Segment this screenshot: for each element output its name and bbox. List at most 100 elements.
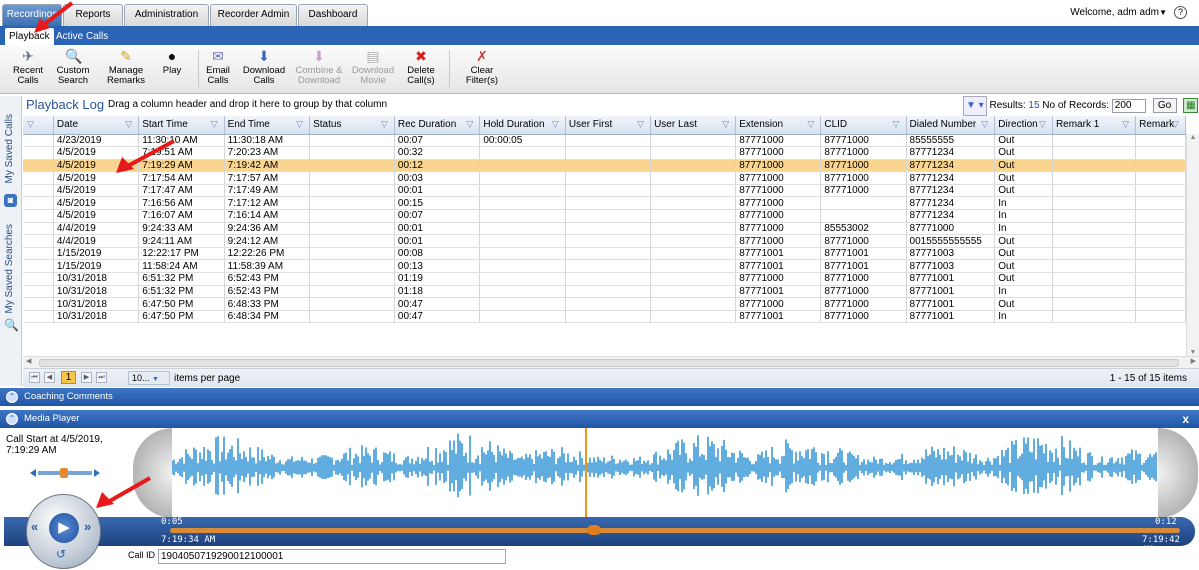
- first-page-icon[interactable]: ⏮: [29, 372, 40, 383]
- timeline-thumb[interactable]: [587, 525, 601, 535]
- column-header[interactable]: End Time ▽: [224, 116, 311, 135]
- playback-timeline[interactable]: 0:05 0:12 7:19:34 AM 7:19:42 AM: [4, 517, 1195, 555]
- rewind-icon[interactable]: «: [31, 519, 38, 534]
- table-row[interactable]: 4/5/2019 7:19:51 AM 7:20:23 AM 00:32 8777100…: [23, 146, 1186, 160]
- table-row[interactable]: 4/5/2019 7:16:56 AM 7:17:12 AM 00:15 8777100…: [23, 196, 1186, 211]
- filter-icon[interactable]: ▽: [1039, 119, 1049, 129]
- close-icon[interactable]: x: [1182, 410, 1189, 428]
- column-header[interactable]: Remark 1 ▽: [1052, 116, 1137, 135]
- filter-icon[interactable]: ▽: [1122, 119, 1132, 129]
- table-row[interactable]: 1/15/2019 11:58:24 AM 11:58:39 AM 00:13 8777…: [23, 259, 1186, 274]
- filter-icon[interactable]: ▽: [1172, 119, 1182, 129]
- filter-icon[interactable]: ▽: [637, 119, 647, 129]
- waveform[interactable]: [172, 428, 1158, 518]
- next-page-icon[interactable]: ▶: [81, 372, 92, 383]
- column-header[interactable]: CLID ▽: [820, 116, 907, 135]
- column-header[interactable]: Hold Duration ▽: [479, 116, 566, 135]
- filter-icon[interactable]: ▽: [211, 119, 221, 129]
- column-header[interactable]: Start Time ▽: [138, 116, 225, 135]
- collapse-icon[interactable]: ⌃: [6, 413, 18, 425]
- tab-dashboard[interactable]: Dashboard: [298, 4, 368, 26]
- my-saved-calls-tab[interactable]: My Saved Calls: [4, 114, 15, 183]
- column-header[interactable]: User First ▽: [565, 116, 652, 135]
- filter-icon[interactable]: ▽: [807, 119, 817, 129]
- manage-remarks-button[interactable]: ✎ Manage Remarks: [104, 48, 148, 92]
- play-button[interactable]: ▶: [49, 513, 79, 543]
- current-page[interactable]: 1: [61, 371, 76, 384]
- scroll-up-icon[interactable]: ▲: [1187, 134, 1199, 141]
- table-row[interactable]: 4/5/2019 7:17:54 AM 7:17:57 AM 00:03 8777100…: [23, 171, 1186, 185]
- coaching-comments-bar[interactable]: ⌃ Coaching Comments: [0, 388, 1199, 406]
- filter-icon[interactable]: ▽: [381, 119, 391, 129]
- prev-page-icon[interactable]: ◀: [44, 372, 55, 383]
- last-page-icon[interactable]: ⏭: [96, 372, 107, 383]
- column-header[interactable]: Extension ▽: [735, 116, 822, 135]
- table-row[interactable]: 4/5/2019 7:16:07 AM 7:16:14 AM 00:07 8777100…: [23, 209, 1186, 223]
- call-id-field[interactable]: 1904050719290012100001: [158, 549, 506, 564]
- filter-icon[interactable]: ▽: [981, 119, 991, 129]
- clear-filter-button[interactable]: ✗ Clear Filter(s): [461, 48, 503, 92]
- table-row[interactable]: 4/4/2019 9:24:33 AM 9:24:36 AM 00:01 8777100…: [23, 222, 1186, 236]
- table-row[interactable]: 10/31/2018 6:47:50 PM 6:48:33 PM 00:47 87771…: [23, 297, 1186, 311]
- filter-icon[interactable]: ▽: [722, 119, 732, 129]
- saved-calls-icon[interactable]: ◙: [4, 194, 17, 207]
- table-row[interactable]: 10/31/2018 6:51:32 PM 6:52:43 PM 01:18 87771…: [23, 285, 1186, 299]
- scroll-down-icon[interactable]: ▼: [1187, 349, 1199, 356]
- column-header[interactable]: User Last ▽: [650, 116, 737, 135]
- vertical-scrollbar[interactable]: ▲ ▼: [1186, 134, 1199, 356]
- combine-download-button: ⬇ Combine & Download: [292, 48, 346, 92]
- column-header[interactable]: Remark ▽: [1135, 116, 1186, 135]
- tab-recorder-admin[interactable]: Recorder Admin: [210, 4, 297, 26]
- play-button[interactable]: ● Play: [158, 48, 186, 92]
- horizontal-scrollbar[interactable]: ◀ ▶: [23, 356, 1199, 368]
- per-page-select[interactable]: 10... ▼: [128, 371, 170, 385]
- replay-icon[interactable]: ↺: [56, 547, 66, 561]
- table-row[interactable]: 4/23/2019 11:30:10 AM 11:30:18 AM 00:07 00:0…: [23, 134, 1186, 148]
- download-button[interactable]: ⬇ Download Calls: [240, 48, 288, 92]
- email-button[interactable]: ✉ Email Calls: [203, 48, 233, 92]
- filter-icon[interactable]: ▽: [466, 119, 476, 129]
- table-cell: [1052, 259, 1137, 274]
- delete-button[interactable]: ✖ Delete Call(s): [403, 48, 439, 92]
- table-row[interactable]: 4/4/2019 9:24:11 AM 9:24:12 AM 00:01 8777100…: [23, 234, 1186, 248]
- table-cell: 00:00:05: [479, 134, 566, 148]
- filter-icon[interactable]: ▽: [296, 119, 306, 129]
- timeline-track[interactable]: [170, 528, 1180, 533]
- scroll-left-icon[interactable]: ◀: [26, 357, 31, 365]
- filter-icon[interactable]: ▽: [27, 119, 37, 129]
- table-row[interactable]: 1/15/2019 12:22:17 PM 12:22:26 PM 00:08 8777…: [23, 247, 1186, 261]
- custom-search-button[interactable]: 🔍 Custom Search: [52, 48, 94, 92]
- filter-dropdown-icon[interactable]: ▼ ▾: [963, 96, 987, 116]
- export-excel-icon[interactable]: ▦: [1183, 98, 1199, 113]
- select-column-header[interactable]: ▽: [23, 116, 54, 135]
- filter-icon[interactable]: ▽: [552, 119, 562, 129]
- records-input[interactable]: 200: [1111, 99, 1146, 113]
- table-cell: 87771000: [820, 159, 907, 173]
- search-icon[interactable]: 🔍: [4, 318, 19, 332]
- my-saved-searches-tab[interactable]: My Saved Searches: [4, 224, 15, 314]
- scroll-right-icon[interactable]: ▶: [1191, 357, 1196, 365]
- media-player-bar[interactable]: ⌃ Media Player x: [0, 410, 1199, 428]
- table-cell: 7:19:42 AM: [224, 159, 311, 173]
- table-row[interactable]: 10/31/2018 6:47:50 PM 6:48:34 PM 00:47 87771…: [23, 310, 1186, 324]
- table-cell: [23, 171, 54, 185]
- user-menu-caret-icon[interactable]: ▼: [1159, 8, 1167, 17]
- column-header[interactable]: Status ▽: [309, 116, 395, 135]
- filter-icon[interactable]: ▽: [125, 119, 135, 129]
- horizontal-scroll-thumb[interactable]: [39, 359, 1179, 367]
- recent-calls-button[interactable]: ✈ Recent Calls: [8, 48, 48, 92]
- column-header[interactable]: Date ▽: [53, 116, 140, 135]
- table-cell: In: [994, 196, 1053, 211]
- column-header[interactable]: Dialed Number ▽: [906, 116, 996, 135]
- fast-forward-icon[interactable]: »: [84, 519, 91, 534]
- table-row[interactable]: 4/5/2019 7:17:47 AM 7:17:49 AM 00:01 8777100…: [23, 184, 1186, 198]
- column-header[interactable]: Direction ▽: [994, 116, 1053, 135]
- table-row[interactable]: 4/5/2019 7:19:29 AM 7:19:42 AM 00:12 8777100…: [23, 159, 1186, 173]
- tab-administration[interactable]: Administration: [124, 4, 209, 26]
- help-icon[interactable]: ?: [1174, 6, 1187, 19]
- table-row[interactable]: 10/31/2018 6:51:32 PM 6:52:43 PM 01:19 87771…: [23, 272, 1186, 286]
- go-button[interactable]: Go: [1152, 98, 1177, 113]
- filter-icon[interactable]: ▽: [893, 119, 903, 129]
- column-header[interactable]: Rec Duration ▽: [394, 116, 481, 135]
- expand-icon[interactable]: ⌃: [6, 391, 18, 403]
